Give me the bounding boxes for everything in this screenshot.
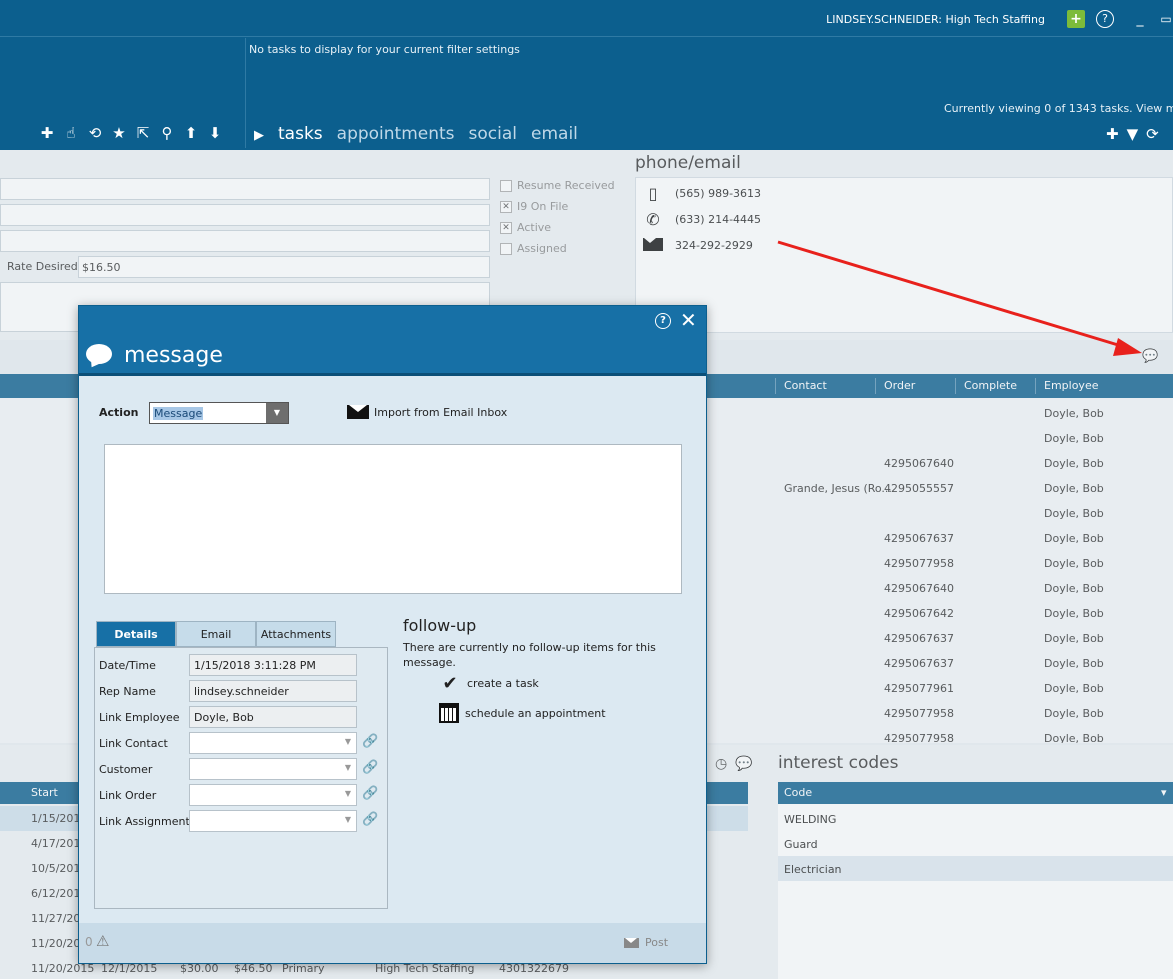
chevron-down-icon[interactable]: ▼ [345, 789, 351, 798]
help-icon[interactable]: ? [655, 313, 671, 329]
link-icon[interactable]: 🔗 [362, 812, 378, 827]
import-email-button[interactable]: Import from Email Inbox [347, 405, 507, 419]
link-employee-field[interactable]: Doyle, Bob [189, 706, 357, 728]
tab-attachments[interactable]: Attachments [256, 621, 336, 647]
follow-up-message: There are currently no follow-up items f… [403, 641, 656, 669]
refresh-icon[interactable]: ⟳ [1146, 125, 1159, 143]
message-dialog: message ? ✕ Action Message ▼ Import from… [78, 305, 707, 964]
action-label: Action [99, 406, 139, 419]
app-header: LINDSEY.SCHNEIDER: High Tech Staffing + … [0, 0, 1173, 150]
action-select[interactable]: Message ▼ [149, 402, 289, 424]
pointer-icon[interactable]: ☝ [62, 124, 80, 142]
warning-count: 0 [85, 935, 93, 949]
action-value: Message [153, 407, 204, 420]
chevron-down-icon[interactable]: ▼ [345, 763, 351, 772]
refresh-icon[interactable]: ⟲ [86, 124, 104, 142]
user-label: LINDSEY.SCHNEIDER: High Tech Staffing [826, 13, 1045, 26]
post-label: Post [645, 936, 669, 949]
tab-details[interactable]: Details [96, 621, 176, 647]
envelope-icon [347, 405, 369, 419]
customer-field[interactable]: ▼ [189, 758, 357, 780]
post-button[interactable]: Post [624, 936, 668, 949]
play-icon[interactable]: ▶ [254, 128, 264, 143]
link-icon[interactable]: 🔗 [362, 734, 378, 749]
arrow-up-icon[interactable]: ⬆ [182, 124, 200, 142]
add-task-icon[interactable]: ✚ [1106, 125, 1119, 143]
message-bubble-icon [86, 344, 112, 364]
schedule-appointment-button[interactable]: schedule an appointment [439, 703, 606, 723]
annotation-arrow [777, 240, 1142, 356]
help-icon[interactable]: ? [1096, 10, 1114, 28]
schedule-label: schedule an appointment [465, 706, 606, 720]
minimize-icon[interactable]: _ [1131, 10, 1149, 28]
no-tasks-message: No tasks to display for your current fil… [249, 43, 520, 56]
date-time-label: Date/Time [99, 659, 156, 672]
link-assignment-label: Link Assignment [99, 815, 190, 828]
rep-name-field[interactable]: lindsey.schneider [189, 680, 357, 702]
warning-icon[interactable]: ⚠ [96, 932, 109, 950]
chevron-down-icon[interactable]: ▼ [345, 737, 351, 746]
rep-name-label: Rep Name [99, 685, 156, 698]
follow-up-title: follow-up [403, 616, 477, 635]
tab-tasks[interactable]: tasks [278, 124, 323, 144]
import-email-label: Import from Email Inbox [374, 405, 508, 419]
task-toolbar: ✚ ▼ ⟳ [1106, 125, 1159, 143]
search-icon[interactable]: ⚲ [158, 124, 176, 142]
record-toolbar: ✚ ☝ ⟲ ★ ⇱ ⚲ ⬆ ⬇ [38, 124, 224, 142]
link-employee-label: Link Employee [99, 711, 180, 724]
link-icon[interactable]: 🔗 [362, 786, 378, 801]
header-divider-vertical [245, 38, 246, 148]
tab-appointments[interactable]: appointments [337, 124, 455, 144]
tab-social[interactable]: social [469, 124, 517, 144]
link-assignment-field[interactable]: ▼ [189, 810, 357, 832]
header-divider [0, 36, 1173, 37]
checkmark-icon: ✔ [442, 673, 458, 694]
link-order-label: Link Order [99, 789, 157, 802]
dialog-header: message ? ✕ [79, 306, 706, 376]
activity-tabs: ▶ tasks appointments social email [254, 124, 578, 144]
link-order-field[interactable]: ▼ [189, 784, 357, 806]
chevron-down-icon[interactable]: ▼ [345, 815, 351, 824]
calendar-icon [439, 703, 459, 723]
create-task-label: create a task [467, 677, 539, 690]
message-textarea[interactable] [104, 444, 682, 594]
arrow-down-icon[interactable]: ⬇ [206, 124, 224, 142]
envelope-icon [624, 937, 639, 948]
dialog-title: message [124, 343, 223, 368]
link-contact-label: Link Contact [99, 737, 168, 750]
dialog-footer: 0 ⚠ Post [79, 923, 706, 963]
link-icon[interactable]: 🔗 [362, 760, 378, 775]
tab-email[interactable]: email [531, 124, 578, 144]
export-icon[interactable]: ⇱ [134, 124, 152, 142]
star-icon[interactable]: ★ [110, 124, 128, 142]
create-task-button[interactable]: ✔ create a task [439, 673, 539, 694]
chevron-down-icon[interactable]: ▼ [266, 403, 288, 423]
tab-email[interactable]: Email [176, 621, 256, 647]
close-icon[interactable]: ✕ [680, 308, 697, 332]
viewing-count: Currently viewing 0 of 1343 tasks. View … [944, 102, 1173, 115]
filter-icon[interactable]: ▼ [1127, 125, 1139, 143]
dialog-tabs: Details Email Attachments [96, 621, 336, 647]
add-icon[interactable]: + [1067, 10, 1085, 28]
link-contact-field[interactable]: ▼ [189, 732, 357, 754]
date-time-field[interactable]: 1/15/2018 3:11:28 PM [189, 654, 357, 676]
customer-label: Customer [99, 763, 153, 776]
add-icon[interactable]: ✚ [38, 124, 56, 142]
maximize-icon[interactable]: ▭ [1157, 10, 1173, 28]
